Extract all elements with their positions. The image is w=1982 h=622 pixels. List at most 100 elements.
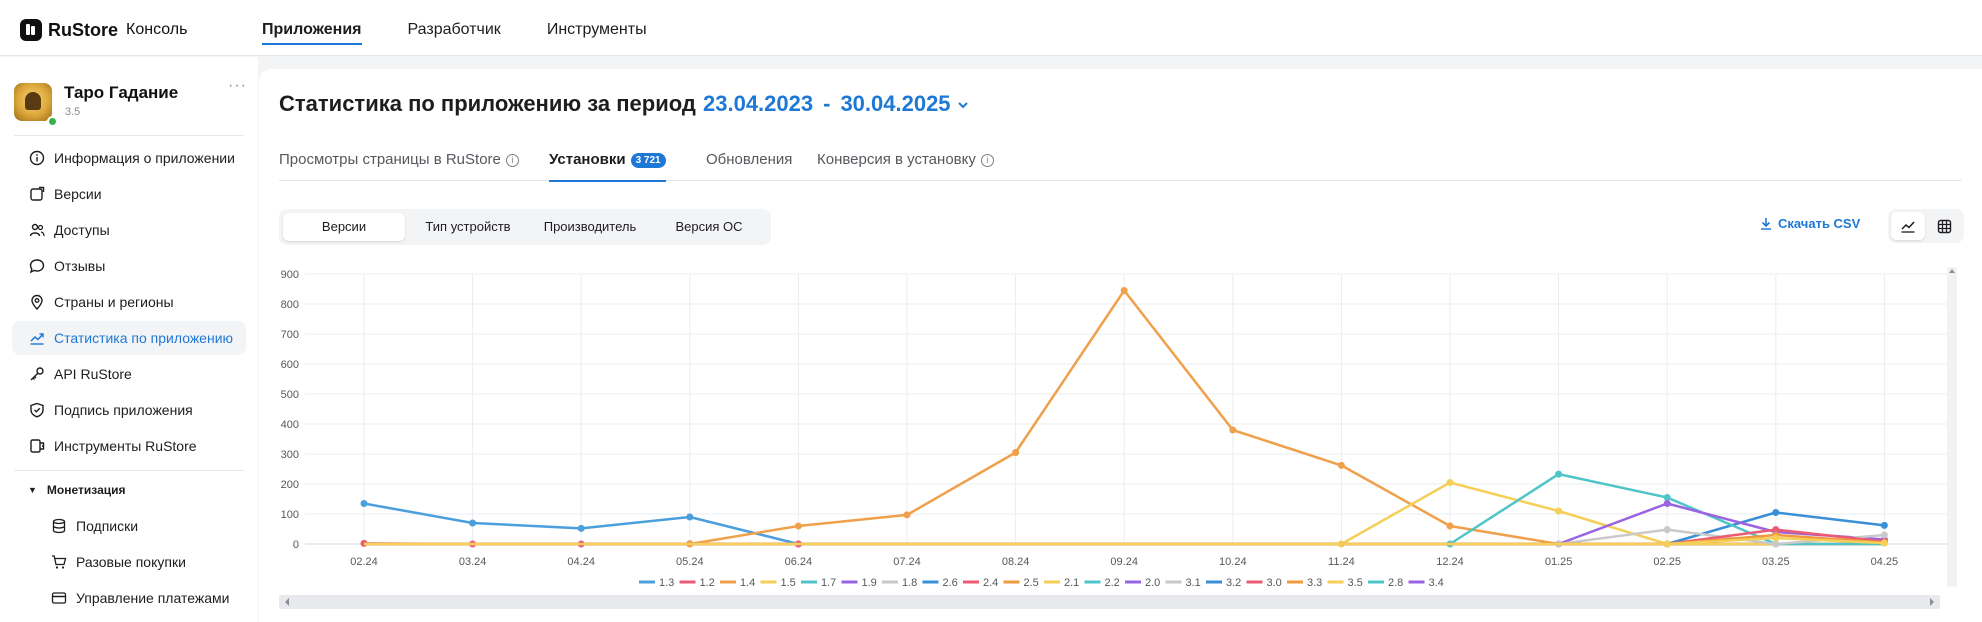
data-point[interactable] [1880,521,1888,529]
caret-down-icon: ▼ [28,485,37,495]
horizontal-scrollbar[interactable] [279,595,1940,609]
sidebar-item-countries[interactable]: Страны и регионы [12,285,246,319]
data-point[interactable] [1446,479,1454,486]
x-tick-label: 03.24 [459,556,487,568]
data-point[interactable] [1663,500,1671,507]
sidebar-item-label: Версии [54,186,102,202]
data-point[interactable] [1772,509,1780,516]
sidebar-item-label: Подпись приложения [54,402,193,418]
legend-item-label[interactable]: 3.2 [1226,577,1241,589]
data-point[interactable] [1663,526,1671,534]
legend-item-label[interactable]: 1.2 [700,577,715,589]
legend-item-label[interactable]: 3.0 [1267,577,1282,589]
data-point[interactable] [360,500,368,507]
data-point[interactable] [469,519,477,527]
sidebar-item-api[interactable]: API RuStore [12,357,246,391]
rustore-logo[interactable]: RuStore Консоль [20,19,187,41]
sidebar-item-reviews[interactable]: Отзывы [12,249,246,283]
key-icon [28,365,46,383]
x-tick-label: 11.24 [1328,556,1355,568]
legend-item-label[interactable]: 1.5 [781,577,796,589]
location-pin-icon [28,293,46,311]
data-point[interactable] [1337,461,1345,469]
legend-item-label[interactable]: 2.4 [983,577,998,589]
sidebar-item-statistics[interactable]: Статистика по приложению [12,321,246,355]
legend-item-label[interactable]: 2.5 [1024,577,1039,589]
data-point[interactable] [1880,539,1888,547]
legend-item-label[interactable]: 1.7 [821,577,836,589]
sidebar-item-app-signature[interactable]: Подпись приложения [12,393,246,427]
legend-item-label[interactable]: 2.0 [1145,577,1160,589]
sidebar-item-payment-management[interactable]: Управление платежами [12,581,246,615]
data-point[interactable] [1663,494,1671,501]
legend-item-label[interactable]: 3.4 [1429,577,1444,589]
x-tick-label: 06.24 [785,556,813,568]
data-point[interactable] [686,513,694,521]
x-tick-label: 04.24 [567,556,595,568]
sidebar-item-one-time-purchases[interactable]: Разовые покупки [12,545,246,579]
legend-item-label[interactable]: 1.4 [740,577,755,589]
logo-subtitle: Консоль [126,21,188,38]
legend-item-label[interactable]: 1.8 [902,577,917,589]
chat-bubble-icon [28,257,46,275]
top-nav-tools[interactable]: Инструменты [547,0,647,56]
data-point[interactable] [1555,470,1563,478]
data-point[interactable] [903,511,911,519]
x-tick-label: 02.24 [350,556,378,568]
legend-item-label[interactable]: 2.2 [1105,577,1120,589]
sidebar-item-label: API RuStore [54,366,132,382]
sidebar-item-access[interactable]: Доступы [12,213,246,247]
data-point[interactable] [1772,534,1780,542]
x-tick-label: 12.24 [1436,556,1464,568]
data-point[interactable] [1880,531,1888,539]
sidebar-section-monetization[interactable]: ▼ Монетизация [28,483,126,497]
x-tick-label: 07.24 [893,556,921,568]
x-tick-label: 03.25 [1762,556,1790,568]
sidebar-item-label: Отзывы [54,258,106,274]
x-tick-label: 02.25 [1653,556,1681,568]
app-header: Таро Гадание 3.5 ··· [14,77,246,127]
main-content: Статистика по приложению за период 23.04… [259,69,1982,622]
app-name: Таро Гадание [64,83,179,102]
top-nav: Приложения Разработчик Инструменты [262,0,693,56]
shield-check-icon [28,401,46,419]
legend-item-label[interactable]: 3.5 [1348,577,1363,589]
x-tick-label: 09.24 [1110,556,1138,568]
legend-item-label[interactable]: 1.3 [659,577,674,589]
sidebar-item-app-info[interactable]: Информация о приложении [12,141,246,175]
y-tick-label: 500 [281,389,299,401]
sidebar-item-label: Подписки [76,518,139,534]
sidebar-item-rustore-tools[interactable]: Инструменты RuStore [12,429,246,463]
vertical-scrollbar[interactable] [1947,267,1957,587]
tools-icon [28,437,46,455]
logo-brand: RuStore [48,19,119,40]
top-bar: RuStore Консоль Приложения Разработчик И… [0,0,1982,56]
top-nav-apps[interactable]: Приложения [262,0,362,56]
data-point[interactable] [1555,507,1563,515]
sidebar: Таро Гадание 3.5 ··· Информация о прилож… [0,57,258,622]
data-point[interactable] [1772,540,1780,548]
y-tick-label: 600 [281,359,299,371]
legend-item-label[interactable]: 2.6 [943,577,958,589]
data-point[interactable] [794,522,802,530]
legend-item-label[interactable]: 3.3 [1307,577,1322,589]
data-point[interactable] [577,524,585,532]
data-point[interactable] [1229,426,1237,434]
sidebar-item-label: Информация о приложении [54,150,235,166]
data-point[interactable] [1120,287,1128,294]
rustore-logo-icon [20,19,42,41]
data-point[interactable] [1446,522,1454,530]
app-status-dot [47,116,58,127]
more-options-icon[interactable]: ··· [228,77,247,95]
legend-item-label[interactable]: 3.1 [1186,577,1201,589]
y-tick-label: 700 [281,329,299,341]
sidebar-item-subscriptions[interactable]: Подписки [12,509,246,543]
sidebar-section-label: Монетизация [46,483,126,497]
legend-item-label[interactable]: 2.1 [1064,577,1079,589]
data-point[interactable] [1663,540,1671,548]
data-point[interactable] [1012,449,1020,456]
legend-item-label[interactable]: 1.9 [862,577,877,589]
legend-item-label[interactable]: 2.8 [1388,577,1403,589]
top-nav-developer[interactable]: Разработчик [408,0,501,56]
sidebar-item-versions[interactable]: Версии [12,177,246,211]
